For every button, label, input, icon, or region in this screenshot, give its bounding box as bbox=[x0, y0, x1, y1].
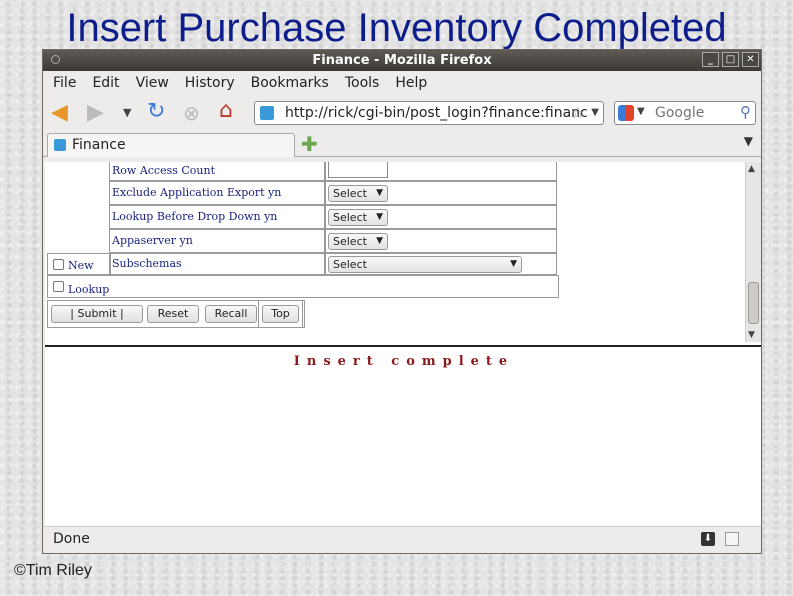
row-label: Subschemas bbox=[109, 253, 325, 275]
row-control-cell bbox=[325, 162, 557, 181]
subschemas-select[interactable]: Select ▼ bbox=[328, 256, 522, 273]
exclude-application-export-select[interactable]: Select ▼ bbox=[328, 185, 388, 202]
menu-file[interactable]: File bbox=[53, 75, 76, 91]
select-value: Select bbox=[333, 211, 367, 224]
close-button[interactable]: ✕ bbox=[742, 52, 759, 67]
menu-help[interactable]: Help bbox=[395, 75, 427, 91]
select-value: Select bbox=[333, 258, 367, 271]
window-controls: _ □ ✕ bbox=[702, 52, 759, 67]
row-label: Exclude Application Export yn bbox=[109, 181, 325, 205]
stop-icon[interactable]: ⊗ bbox=[183, 101, 200, 125]
new-tab-icon[interactable]: ✚ bbox=[301, 133, 318, 155]
url-text: http://rick/cgi-bin/post_login?finance:f… bbox=[285, 105, 588, 121]
window-title: Finance - Mozilla Firefox bbox=[312, 53, 492, 68]
window-titlebar: Finance - Mozilla Firefox _ □ ✕ bbox=[43, 50, 761, 71]
scroll-thumb[interactable] bbox=[748, 282, 759, 324]
scroll-down-icon[interactable]: ▼ bbox=[748, 330, 755, 340]
tab-bar: Finance ✚ ▼ bbox=[43, 131, 761, 157]
page-info-icon[interactable] bbox=[725, 532, 739, 546]
form-frame: Row Access Count Exclude Application Exp… bbox=[45, 162, 745, 342]
chevron-down-icon: ▼ bbox=[376, 212, 383, 222]
search-bar[interactable]: ▼ ⚲ bbox=[614, 101, 756, 125]
url-bar[interactable]: http://rick/cgi-bin/post_login?finance:f… bbox=[254, 101, 604, 125]
appaserver-select[interactable]: Select ▼ bbox=[328, 233, 388, 250]
page-content: Row Access Count Exclude Application Exp… bbox=[45, 162, 761, 526]
row-label: Appaserver yn bbox=[109, 229, 325, 253]
menu-history[interactable]: History bbox=[185, 75, 235, 91]
maximize-button[interactable]: □ bbox=[722, 52, 739, 67]
home-icon[interactable]: ⌂ bbox=[219, 99, 233, 123]
minimize-button[interactable]: _ bbox=[702, 52, 719, 67]
slide-title: Insert Purchase Inventory Completed bbox=[66, 6, 727, 50]
status-text: Done bbox=[53, 531, 90, 547]
form-frame-scrollbar[interactable]: ▲ ▼ bbox=[745, 162, 761, 342]
new-checkbox-cell: New bbox=[47, 253, 111, 275]
frame-divider bbox=[45, 345, 761, 347]
select-value: Select bbox=[333, 235, 367, 248]
bookmark-star-icon[interactable]: ☆ bbox=[571, 102, 585, 124]
download-icon[interactable]: ⬇ bbox=[701, 532, 715, 546]
menu-view[interactable]: View bbox=[136, 75, 169, 91]
site-identity-icon[interactable] bbox=[260, 106, 274, 120]
row-control-cell: Select ▼ bbox=[325, 253, 557, 275]
tab-list-dropdown-icon[interactable]: ▼ bbox=[744, 134, 753, 148]
tab-finance[interactable]: Finance bbox=[47, 133, 295, 157]
lookup-checkbox-label: Lookup bbox=[68, 283, 110, 296]
tab-label: Finance bbox=[72, 137, 126, 153]
reload-icon[interactable]: ↻ bbox=[147, 100, 165, 124]
forward-icon[interactable]: ▶ bbox=[87, 101, 104, 125]
search-input[interactable] bbox=[653, 104, 737, 122]
insert-complete-message: Insert complete bbox=[293, 354, 515, 369]
window-menu-icon[interactable] bbox=[51, 55, 60, 64]
top-button[interactable]: Top bbox=[262, 305, 299, 323]
menu-bookmarks[interactable]: Bookmarks bbox=[251, 75, 329, 91]
menu-tools[interactable]: Tools bbox=[345, 75, 380, 91]
menu-bar: File Edit View History Bookmarks Tools H… bbox=[43, 71, 761, 95]
menu-edit[interactable]: Edit bbox=[92, 75, 119, 91]
status-bar: Done ⬇ bbox=[43, 526, 761, 553]
chevron-down-icon: ▼ bbox=[376, 236, 383, 246]
google-engine-icon[interactable] bbox=[618, 105, 634, 121]
row-label: Lookup Before Drop Down yn bbox=[109, 205, 325, 229]
select-value: Select bbox=[333, 187, 367, 200]
navigation-toolbar: ◀ ▶ ▼ ↻ ⊗ ⌂ http://rick/cgi-bin/post_log… bbox=[43, 95, 761, 131]
new-checkbox[interactable] bbox=[53, 259, 64, 270]
search-icon[interactable]: ⚲ bbox=[740, 103, 751, 121]
scroll-up-icon[interactable]: ▲ bbox=[748, 164, 755, 174]
row-control-cell: Select ▼ bbox=[325, 181, 557, 205]
chevron-down-icon: ▼ bbox=[376, 188, 383, 198]
row-label: Row Access Count bbox=[109, 162, 325, 181]
submit-button[interactable]: | Submit | bbox=[51, 305, 143, 323]
top-button-cell: Top bbox=[258, 300, 303, 328]
lookup-checkbox-cell: Lookup bbox=[47, 275, 559, 298]
back-icon[interactable]: ◀ bbox=[51, 101, 68, 125]
lookup-before-drop-down-select[interactable]: Select ▼ bbox=[328, 209, 388, 226]
lookup-checkbox[interactable] bbox=[53, 281, 64, 292]
chevron-down-icon: ▼ bbox=[510, 259, 517, 269]
row-control-cell: Select ▼ bbox=[325, 229, 557, 253]
new-checkbox-label: New bbox=[68, 259, 94, 272]
history-dropdown-icon[interactable]: ▼ bbox=[123, 101, 131, 125]
tab-favicon-icon bbox=[54, 139, 66, 151]
firefox-window: Finance - Mozilla Firefox _ □ ✕ File Edi… bbox=[42, 49, 762, 554]
search-engine-dropdown-icon[interactable]: ▼ bbox=[637, 106, 645, 117]
result-frame: Insert complete bbox=[45, 348, 761, 526]
row-access-count-input[interactable] bbox=[328, 162, 388, 178]
reset-button[interactable]: Reset bbox=[147, 305, 199, 323]
url-dropdown-icon[interactable]: ▼ bbox=[591, 102, 599, 124]
row-control-cell: Select ▼ bbox=[325, 205, 557, 229]
copyright-notice: ©Tim Riley bbox=[14, 562, 92, 579]
recall-button[interactable]: Recall bbox=[205, 305, 257, 323]
